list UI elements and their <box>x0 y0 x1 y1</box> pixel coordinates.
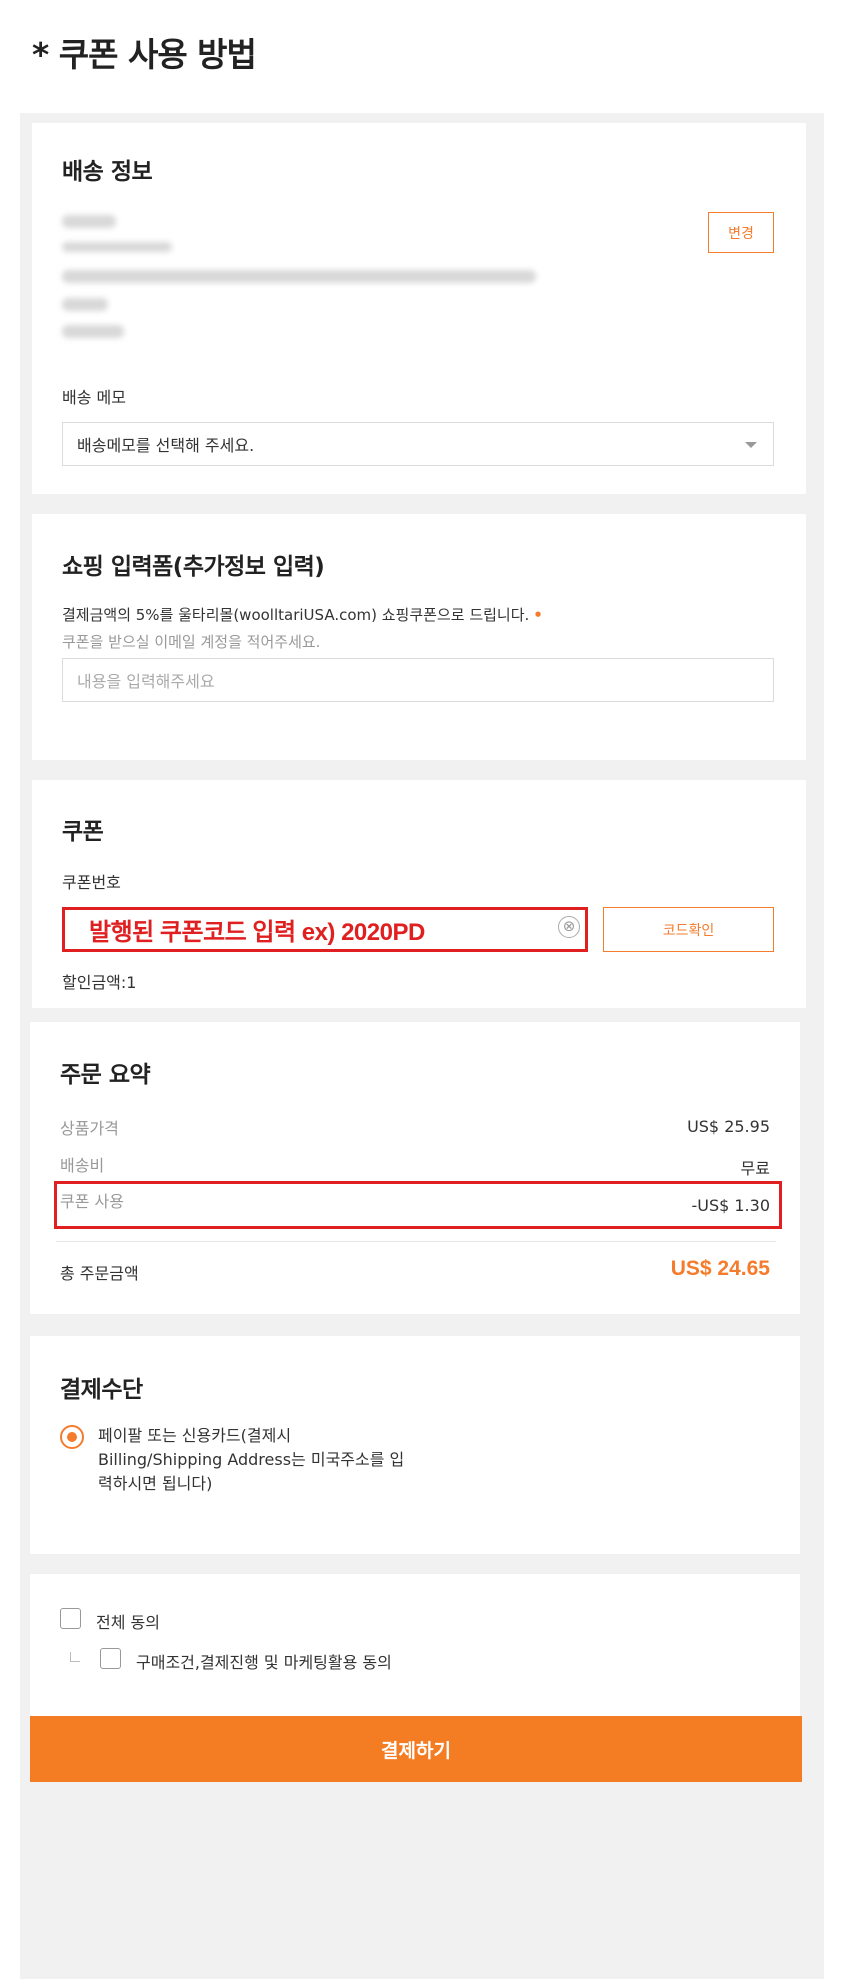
total-value: US$ 24.65 <box>670 1257 770 1280</box>
memo-select[interactable]: 배송메모를 선택해 주세요. <box>62 422 774 466</box>
agree-all-label[interactable]: 전체 동의 <box>96 1609 160 1633</box>
memo-select-value: 배송메모를 선택해 주세요. <box>77 436 255 455</box>
change-address-button[interactable]: 변경 <box>708 212 774 253</box>
clear-icon[interactable]: ⊗ <box>558 916 580 938</box>
summary-divider <box>56 1241 776 1242</box>
coupon-number-label: 쿠폰번호 <box>62 873 121 892</box>
recipient-address-redacted <box>62 270 536 283</box>
agree-all-checkbox[interactable] <box>60 1608 81 1629</box>
payment-option-radio[interactable] <box>60 1425 84 1449</box>
page-title: * 쿠폰 사용 방법 <box>32 35 257 74</box>
recipient-name-redacted <box>62 215 116 228</box>
coupon-title: 쿠폰 <box>62 819 104 845</box>
summary-row-label: 상품가격 <box>60 1119 119 1138</box>
payment-option-label[interactable]: 페이팔 또는 신용카드(결제시 Billing/Shipping Address… <box>98 1424 418 1496</box>
recipient-postcode-redacted <box>62 325 124 338</box>
chevron-down-icon <box>745 442 757 448</box>
coupon-usage-highlight <box>54 1181 782 1229</box>
recipient-phone-redacted <box>62 242 172 252</box>
summary-row-label: 쿠폰 사용 <box>60 1192 124 1211</box>
memo-label: 배송 메모 <box>62 388 126 407</box>
total-label: 총 주문금액 <box>60 1264 139 1283</box>
summary-row-value: 무료 <box>740 1159 770 1178</box>
payment-title: 결제수단 <box>60 1377 143 1403</box>
agreement-card <box>30 1574 800 1716</box>
shipping-title: 배송 정보 <box>62 159 153 185</box>
shopping-form-title: 쇼핑 입력폼(추가정보 입력) <box>62 554 325 580</box>
agree-terms-checkbox[interactable] <box>100 1648 121 1669</box>
agree-terms-label[interactable]: 구매조건,결제진행 및 마케팅활용 동의 <box>136 1649 392 1673</box>
shopping-form-sub-description: 쿠폰을 받으실 이메일 계정을 적어주세요. <box>62 633 321 651</box>
sub-item-connector-icon <box>70 1652 80 1662</box>
shopping-form-description-text: 결제금액의 5%를 울타리몰(woolltariUSA.com) 쇼핑쿠폰으로 … <box>62 606 530 624</box>
coupon-card <box>32 780 806 1008</box>
shopping-form-description: 결제금액의 5%를 울타리몰(woolltariUSA.com) 쇼핑쿠폰으로 … <box>62 604 543 625</box>
email-field[interactable]: 내용을 입력해주세요 <box>62 658 774 702</box>
radio-selected-dot <box>67 1432 77 1442</box>
recipient-address-detail-redacted <box>62 298 108 311</box>
summary-row-value: US$ 25.95 <box>687 1117 770 1136</box>
required-mark: • <box>533 606 543 624</box>
check-code-button[interactable]: 코드확인 <box>603 907 774 952</box>
discount-amount: 할인금액:1 <box>62 973 137 992</box>
coupon-code-input[interactable]: 발행된 쿠폰코드 입력 ex) 2020PD <box>62 907 588 952</box>
email-field-placeholder: 내용을 입력해주세요 <box>77 672 215 691</box>
summary-row-value: -US$ 1.30 <box>691 1196 770 1215</box>
summary-row-label: 배송비 <box>60 1156 105 1175</box>
order-summary-title: 주문 요약 <box>60 1062 151 1088</box>
pay-button[interactable]: 결제하기 <box>30 1716 802 1782</box>
